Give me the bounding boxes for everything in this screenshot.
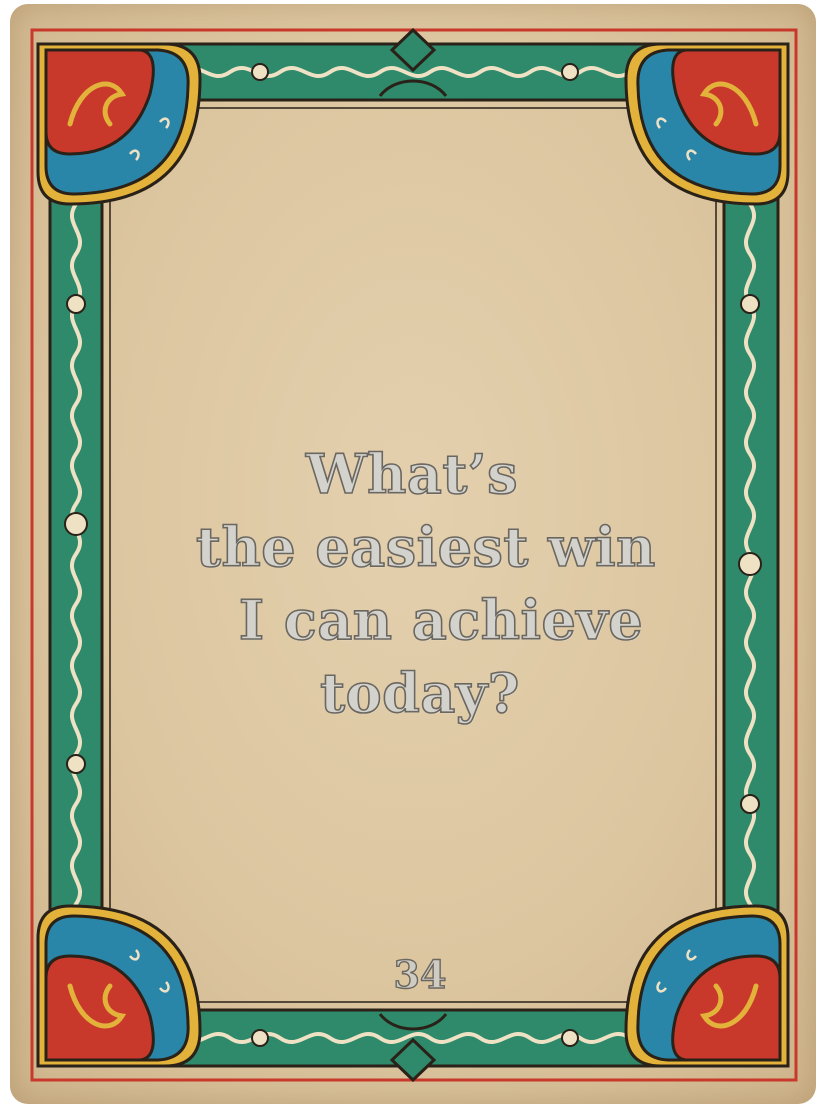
question-line-3: I can achieve <box>238 587 644 653</box>
card-question: What’s the easiest win I can achieve tod… <box>120 438 720 730</box>
question-line-1: What’s <box>305 441 519 507</box>
card: What’s the easiest win I can achieve tod… <box>10 4 816 1104</box>
question-line-2: the easiest win <box>195 514 656 580</box>
card-number: 34 <box>393 951 447 997</box>
question-line-4: today? <box>319 660 520 726</box>
